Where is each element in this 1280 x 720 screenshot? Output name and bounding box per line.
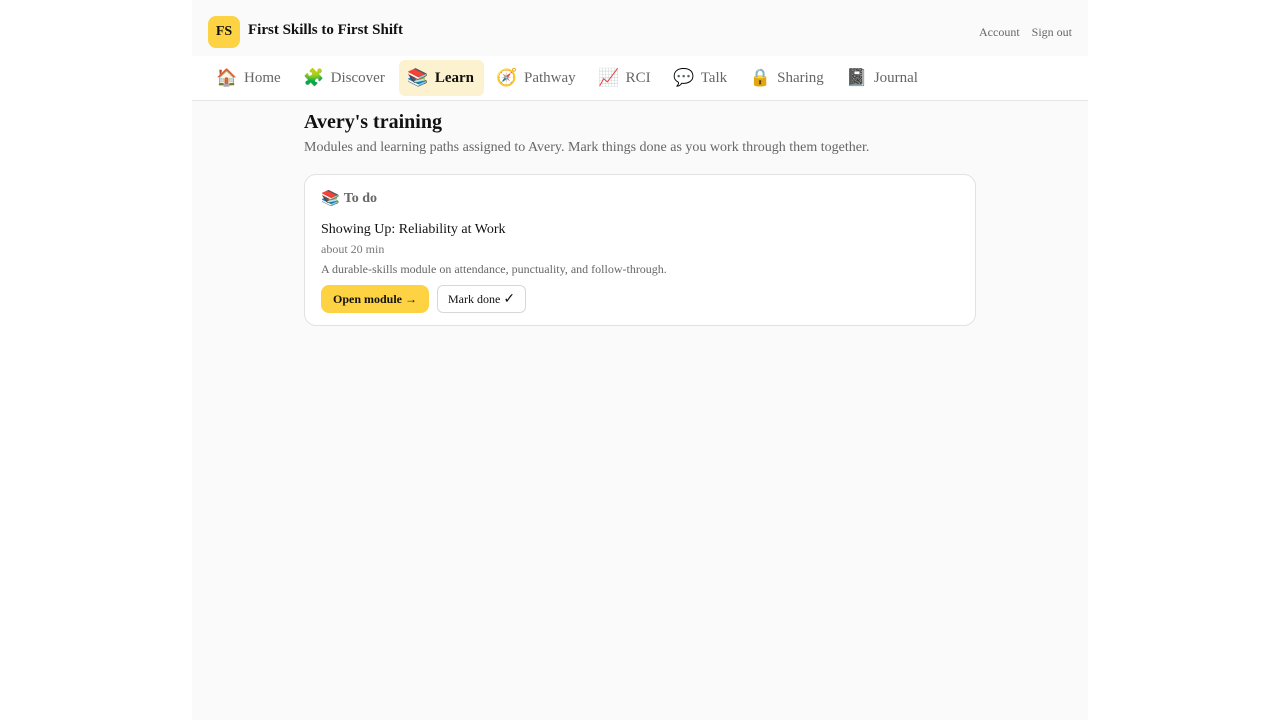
module-actions: Open module → Mark done ✓ xyxy=(321,285,959,313)
main-content: Avery's training Modules and learning pa… xyxy=(304,111,976,326)
module-duration: about 20 min xyxy=(321,242,385,256)
open-module-button[interactable]: Open module → xyxy=(321,285,430,313)
nav-item-label: Talk xyxy=(700,69,728,86)
nav-item-rci[interactable]: 📈 RCI xyxy=(590,60,661,96)
nav-item-label: Journal xyxy=(873,69,918,86)
account-links: Account Sign out xyxy=(979,25,1072,40)
compass-icon: 🧭 xyxy=(496,68,518,87)
top-bar: FS First Skills to First Shift Account S… xyxy=(192,0,1088,56)
notebook-icon: 📓 xyxy=(846,68,868,87)
home-icon: 🏠 xyxy=(216,68,238,87)
lock-icon: 🔒 xyxy=(749,68,771,87)
sign-out-link[interactable]: Sign out xyxy=(1032,25,1072,40)
account-link[interactable]: Account xyxy=(979,25,1020,40)
books-icon: 📚 xyxy=(321,191,340,207)
app-shell: FS First Skills to First Shift Account S… xyxy=(192,0,1088,720)
main-nav: 🏠 Home 🧩 Discover 📚 Learn 🧭 Pathway 📈 RC… xyxy=(192,56,1088,101)
app-title: First Skills to First Shift xyxy=(248,22,404,38)
speech-bubble-icon: 💬 xyxy=(673,68,695,87)
nav-item-label: Discover xyxy=(330,69,385,86)
nav-item-label: Pathway xyxy=(524,69,576,86)
nav-item-label: Learn xyxy=(434,69,474,86)
chart-icon: 📈 xyxy=(598,68,620,87)
nav-item-sharing[interactable]: 🔒 Sharing xyxy=(741,60,834,96)
books-icon: 📚 xyxy=(407,68,429,87)
page-subtitle: Modules and learning paths assigned to A… xyxy=(304,140,870,155)
checkmark-icon: ✓ xyxy=(503,291,516,307)
nav-item-label: Home xyxy=(244,69,281,86)
todo-card: 📚 To do Showing Up: Reliability at Work … xyxy=(304,174,976,326)
nav-item-home[interactable]: 🏠 Home xyxy=(208,60,291,96)
app-logo[interactable]: FS xyxy=(208,16,240,48)
page-title: Avery's training xyxy=(304,111,442,133)
nav-item-pathway[interactable]: 🧭 Pathway xyxy=(488,60,586,96)
puzzle-icon: 🧩 xyxy=(303,68,325,87)
nav-item-label: Sharing xyxy=(777,69,824,86)
mark-done-button[interactable]: Mark done ✓ xyxy=(437,285,527,313)
todo-heading-label: To do xyxy=(343,190,378,206)
module-description: A durable-skills module on attendance, p… xyxy=(321,262,667,276)
todo-heading: 📚 To do xyxy=(321,189,959,208)
nav-item-journal[interactable]: 📓 Journal xyxy=(838,60,928,96)
nav-item-learn[interactable]: 📚 Learn xyxy=(398,60,484,96)
nav-item-label: RCI xyxy=(625,69,651,86)
module-title: Showing Up: Reliability at Work xyxy=(321,222,506,237)
nav-item-talk[interactable]: 💬 Talk xyxy=(665,60,737,96)
nav-item-discover[interactable]: 🧩 Discover xyxy=(295,60,395,96)
mark-done-label: Mark done xyxy=(448,291,501,306)
